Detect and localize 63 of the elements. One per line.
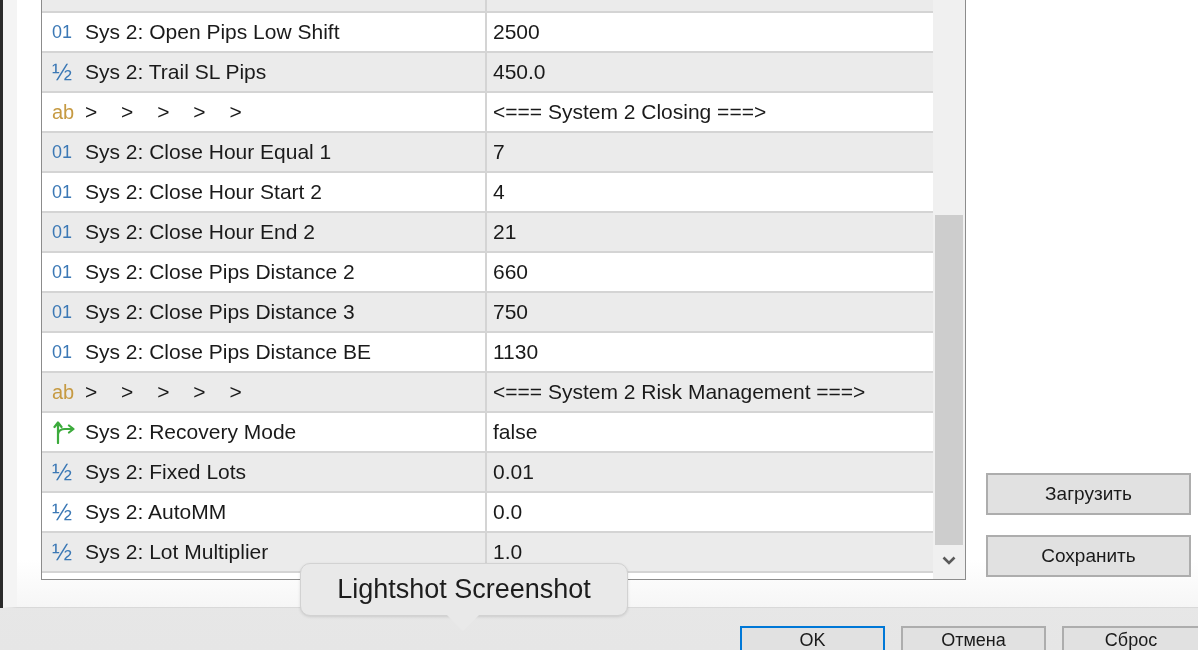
side-button[interactable]: Сохранить bbox=[986, 535, 1191, 577]
table-row[interactable]: 01 Sys 2: Close Hour End 2 21 bbox=[42, 213, 933, 253]
chevron-down-icon[interactable] bbox=[942, 556, 956, 565]
value-cell[interactable]: 0.0 bbox=[487, 493, 933, 531]
parameter-name: > > > > > bbox=[85, 100, 242, 124]
side-button[interactable]: Загрузить bbox=[986, 473, 1191, 515]
table-row[interactable]: 01 Sys 2: Close Pips Distance BE 1130 bbox=[42, 333, 933, 373]
value-cell[interactable]: 450.0 bbox=[487, 53, 933, 91]
parameter-name: Sys 2: Open Pips Low Shift bbox=[85, 20, 340, 44]
fraction-type-icon: ½ bbox=[52, 500, 76, 524]
parameter-name: Sys 2: Close Hour Equal 1 bbox=[85, 140, 332, 164]
table-row[interactable]: 01 Sys 2: Close Hour Start 2 4 bbox=[42, 173, 933, 213]
value-cell[interactable]: 750 bbox=[487, 293, 933, 331]
parameter-name: Sys 2: AutoMM bbox=[85, 500, 227, 524]
parameter-name: Sys 2: Fixed Lots bbox=[85, 460, 247, 484]
value-cell[interactable]: 660 bbox=[487, 253, 933, 291]
parameter-name: Sys 2: Close Hour End 2 bbox=[85, 220, 315, 244]
dialog-button[interactable]: OK bbox=[740, 626, 885, 650]
table-row[interactable]: 01 Sys 2: Close Pips Distance 2 660 bbox=[42, 253, 933, 293]
text-type-icon: ab bbox=[52, 102, 76, 122]
value-cell[interactable]: <=== System 2 Risk Management ===> bbox=[487, 373, 933, 411]
integer-type-icon: 01 bbox=[52, 343, 76, 361]
table-row[interactable]: ab > > > > > <=== System 2 Risk Management ===> bbox=[42, 373, 933, 413]
parameter-name: Sys 2: Close Pips Distance 2 bbox=[85, 260, 355, 284]
table-row[interactable]: 01 Sys 2: Open Pips Low Shift 2500 bbox=[42, 13, 933, 53]
parameter-name: Sys 2: Trail SL Pips bbox=[85, 60, 267, 84]
integer-type-icon: 01 bbox=[52, 23, 76, 41]
table-row[interactable]: ½ Sys 2: Lot Multiplier 1.0 bbox=[42, 533, 933, 573]
parameter-name: Sys 2: Close Hour Start 2 bbox=[85, 180, 322, 204]
parameter-name: > > > > > bbox=[85, 380, 242, 404]
value-cell[interactable]: 2500 bbox=[487, 13, 933, 51]
integer-type-icon: 01 bbox=[52, 263, 76, 281]
fraction-type-icon: ½ bbox=[52, 60, 76, 84]
fraction-type-icon: ½ bbox=[52, 540, 76, 564]
table-row[interactable]: 01 Sys 2: Close Hour Equal 1 7 bbox=[42, 133, 933, 173]
value-cell[interactable]: 0.01 bbox=[487, 453, 933, 491]
integer-type-icon: 01 bbox=[52, 183, 76, 201]
parameter-name: Sys 2: Recovery Mode bbox=[85, 420, 297, 444]
integer-type-icon: 01 bbox=[52, 223, 76, 241]
value-cell[interactable]: 4 bbox=[487, 173, 933, 211]
table-row[interactable]: ½ Sys 2: AutoMM 0.0 bbox=[42, 493, 933, 533]
value-cell[interactable]: 7 bbox=[487, 133, 933, 171]
parameter-name: Sys 2: Close Pips Distance BE bbox=[85, 340, 371, 364]
table-row[interactable]: 01 Sys 2: Close Pips Distance 3 750 bbox=[42, 293, 933, 333]
table-row[interactable]: ½ Sys 2: Trail SL Pips 450.0 bbox=[42, 53, 933, 93]
value-cell[interactable]: 21 bbox=[487, 213, 933, 251]
dialog-button[interactable]: Отмена bbox=[901, 626, 1046, 650]
value-cell[interactable]: <=== System 2 Closing ===> bbox=[487, 93, 933, 131]
dialog-button[interactable]: Сброс bbox=[1062, 626, 1198, 650]
table-row[interactable]: Sys 2: Recovery Mode false bbox=[42, 413, 933, 453]
integer-type-icon: 01 bbox=[52, 303, 76, 321]
scrollbar-thumb[interactable] bbox=[935, 215, 963, 545]
branch-arrow-icon bbox=[53, 420, 75, 444]
table-row[interactable]: ½ Sys 2: Fixed Lots 0.01 bbox=[42, 453, 933, 493]
parameter-name: Sys 2: Close Pips Distance 3 bbox=[85, 300, 355, 324]
table-row[interactable]: ab > > > > > <=== System 2 Closing ===> bbox=[42, 93, 933, 133]
value-cell[interactable]: 1130 bbox=[487, 333, 933, 371]
value-cell[interactable]: false bbox=[487, 413, 933, 451]
integer-type-icon: 01 bbox=[52, 143, 76, 161]
fraction-type-icon: ½ bbox=[52, 460, 76, 484]
parameter-name: Sys 2: Lot Multiplier bbox=[85, 540, 269, 564]
text-type-icon: ab bbox=[52, 382, 76, 402]
value-cell[interactable]: 1.0 bbox=[487, 533, 933, 571]
